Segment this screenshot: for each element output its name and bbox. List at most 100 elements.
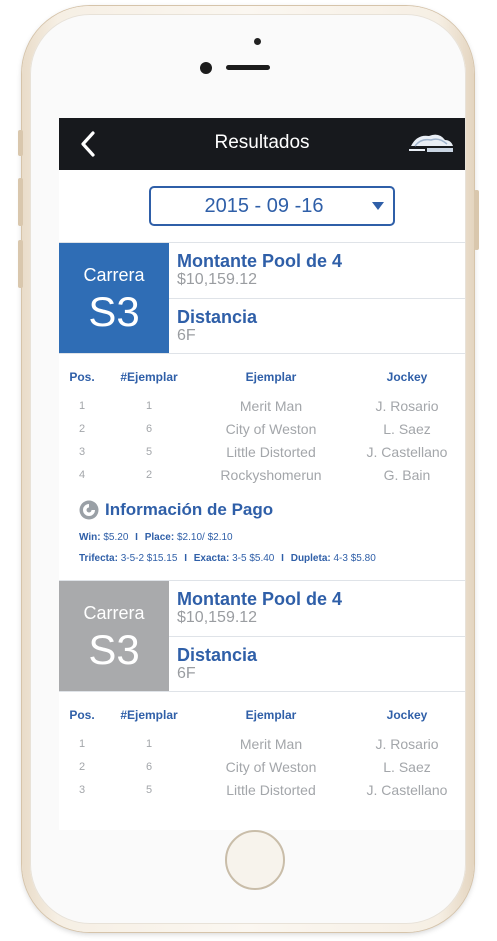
race-header[interactable]: Carrera S3 Montante Pool de 4 $10,159.12… [59, 242, 465, 354]
col-pos-header: Pos. [69, 708, 95, 722]
power-button [474, 190, 479, 250]
row-pos: 3 [78, 783, 86, 796]
payout-header[interactable]: Información de Pago [59, 498, 465, 522]
row-pos: 4 [78, 468, 86, 481]
table-header-row: Pos. #Ejemplar Ejemplar Jockey [59, 708, 465, 732]
race-badge: Carrera S3 [59, 581, 169, 691]
row-jockey: G. Bain [383, 466, 431, 483]
row-num: 2 [145, 468, 153, 481]
row-name: Little Distorted [226, 443, 316, 460]
payout-title: Información de Pago [105, 500, 274, 519]
exacta-label: Exacta: [193, 553, 230, 564]
payout-info-icon [79, 500, 99, 520]
row-pos: 2 [78, 760, 86, 773]
col-name-header: Ejemplar [245, 708, 297, 722]
row-name: Rockyshomerun [220, 466, 322, 483]
table-row: 3 5 Little Distorted J. Castellano [59, 778, 465, 801]
payout-line-2: Trifecta: 3-5-2 $15.15 I Exacta: 3-5 $5.… [59, 553, 465, 564]
row-pos: 1 [78, 399, 86, 412]
row-jockey: J. Rosario [375, 397, 439, 414]
race-section-2: Carrera S3 Montante Pool de 4 $10,159.12… [59, 580, 465, 801]
table-row: 1 1 Merit Man J. Rosario [59, 394, 465, 417]
dupleta-label: Dupleta: [290, 553, 331, 564]
trifecta-label: Trifecta: [79, 553, 118, 564]
pool-value: $10,159.12 [177, 609, 258, 627]
pool-info: Montante Pool de 4 $10,159.12 [169, 243, 465, 298]
col-num-header: #Ejemplar [120, 708, 178, 722]
place-value: $2.10/ $2.10 [176, 532, 233, 543]
home-button[interactable] [225, 830, 285, 890]
dupleta-value: 4-3 $5.80 [333, 553, 376, 564]
app-screen: Resultados 2015 - 09 -16 Carrera S3 Mont… [59, 118, 465, 830]
race-code: S3 [88, 625, 140, 673]
row-jockey: J. Castellano [366, 781, 448, 798]
table-row: 1 1 Merit Man J. Rosario [59, 732, 465, 755]
navbar: Resultados [59, 118, 465, 170]
table-header-row: Pos. #Ejemplar Ejemplar Jockey [59, 370, 465, 394]
results-table: Pos. #Ejemplar Ejemplar Jockey 1 1 Merit… [59, 370, 465, 486]
row-num: 5 [145, 445, 153, 458]
row-name: Little Distorted [226, 781, 316, 798]
row-num: 1 [145, 737, 153, 750]
race-info: Montante Pool de 4 $10,159.12 Distancia … [169, 581, 465, 691]
row-name: City of Weston [225, 420, 317, 437]
payout-line-1: Win: $5.20 I Place: $2.10/ $2.10 [59, 532, 465, 543]
results-table: Pos. #Ejemplar Ejemplar Jockey 1 1 Merit… [59, 708, 465, 801]
table-row: 2 6 City of Weston L. Saez [59, 417, 465, 440]
col-jockey-header: Jockey [386, 708, 428, 722]
payout-separator: I [281, 553, 284, 564]
row-jockey: L. Saez [383, 758, 431, 775]
brand-logo [409, 134, 453, 152]
race-badge: Carrera S3 [59, 243, 169, 353]
side-button [18, 130, 23, 156]
volume-down-button [18, 240, 23, 288]
row-jockey: J. Rosario [375, 735, 439, 752]
race-label: Carrera [83, 264, 145, 285]
trifecta-value: 3-5-2 $15.15 [120, 553, 178, 564]
row-name: Merit Man [239, 397, 303, 414]
date-value: 2015 - 09 -16 [204, 194, 324, 217]
win-value: $5.20 [103, 532, 129, 543]
payout-separator: I [135, 532, 138, 543]
distance-title: Distancia [177, 306, 258, 327]
sensor-dot [254, 38, 261, 45]
race-label: Carrera [83, 602, 145, 623]
row-pos: 1 [78, 737, 86, 750]
row-num: 5 [145, 783, 153, 796]
distance-value: 6F [177, 326, 196, 344]
col-jockey-header: Jockey [386, 370, 428, 384]
col-pos-header: Pos. [69, 370, 95, 384]
front-camera [200, 62, 212, 74]
earpiece-speaker [226, 65, 270, 70]
row-jockey: J. Castellano [366, 443, 448, 460]
win-label: Win: [79, 532, 101, 543]
race-header[interactable]: Carrera S3 Montante Pool de 4 $10,159.12… [59, 580, 465, 692]
row-num: 6 [145, 760, 153, 773]
exacta-value: 3-5 $5.40 [232, 553, 275, 564]
table-row: 2 6 City of Weston L. Saez [59, 755, 465, 778]
table-row: 4 2 Rockyshomerun G. Bain [59, 463, 465, 486]
race-code: S3 [88, 287, 140, 335]
race-info: Montante Pool de 4 $10,159.12 Distancia … [169, 243, 465, 353]
col-num-header: #Ejemplar [120, 370, 178, 384]
row-name: City of Weston [225, 758, 317, 775]
row-num: 6 [145, 422, 153, 435]
distance-info: Distancia 6F [169, 635, 465, 692]
volume-up-button [18, 178, 23, 226]
distance-info: Distancia 6F [169, 297, 465, 354]
pool-title: Montante Pool de 4 [177, 589, 343, 610]
table-row: 3 5 Little Distorted J. Castellano [59, 440, 465, 463]
date-selector-area: 2015 - 09 -16 [59, 170, 465, 242]
col-name-header: Ejemplar [245, 370, 297, 384]
place-label: Place: [144, 532, 175, 543]
row-pos: 3 [78, 445, 86, 458]
distance-value: 6F [177, 664, 196, 682]
row-pos: 2 [78, 422, 86, 435]
distance-title: Distancia [177, 644, 258, 665]
row-num: 1 [145, 399, 153, 412]
payout-separator: I [184, 553, 187, 564]
pool-title: Montante Pool de 4 [177, 251, 343, 272]
row-jockey: L. Saez [383, 420, 431, 437]
date-select[interactable]: 2015 - 09 -16 [149, 186, 395, 226]
row-name: Merit Man [239, 735, 303, 752]
